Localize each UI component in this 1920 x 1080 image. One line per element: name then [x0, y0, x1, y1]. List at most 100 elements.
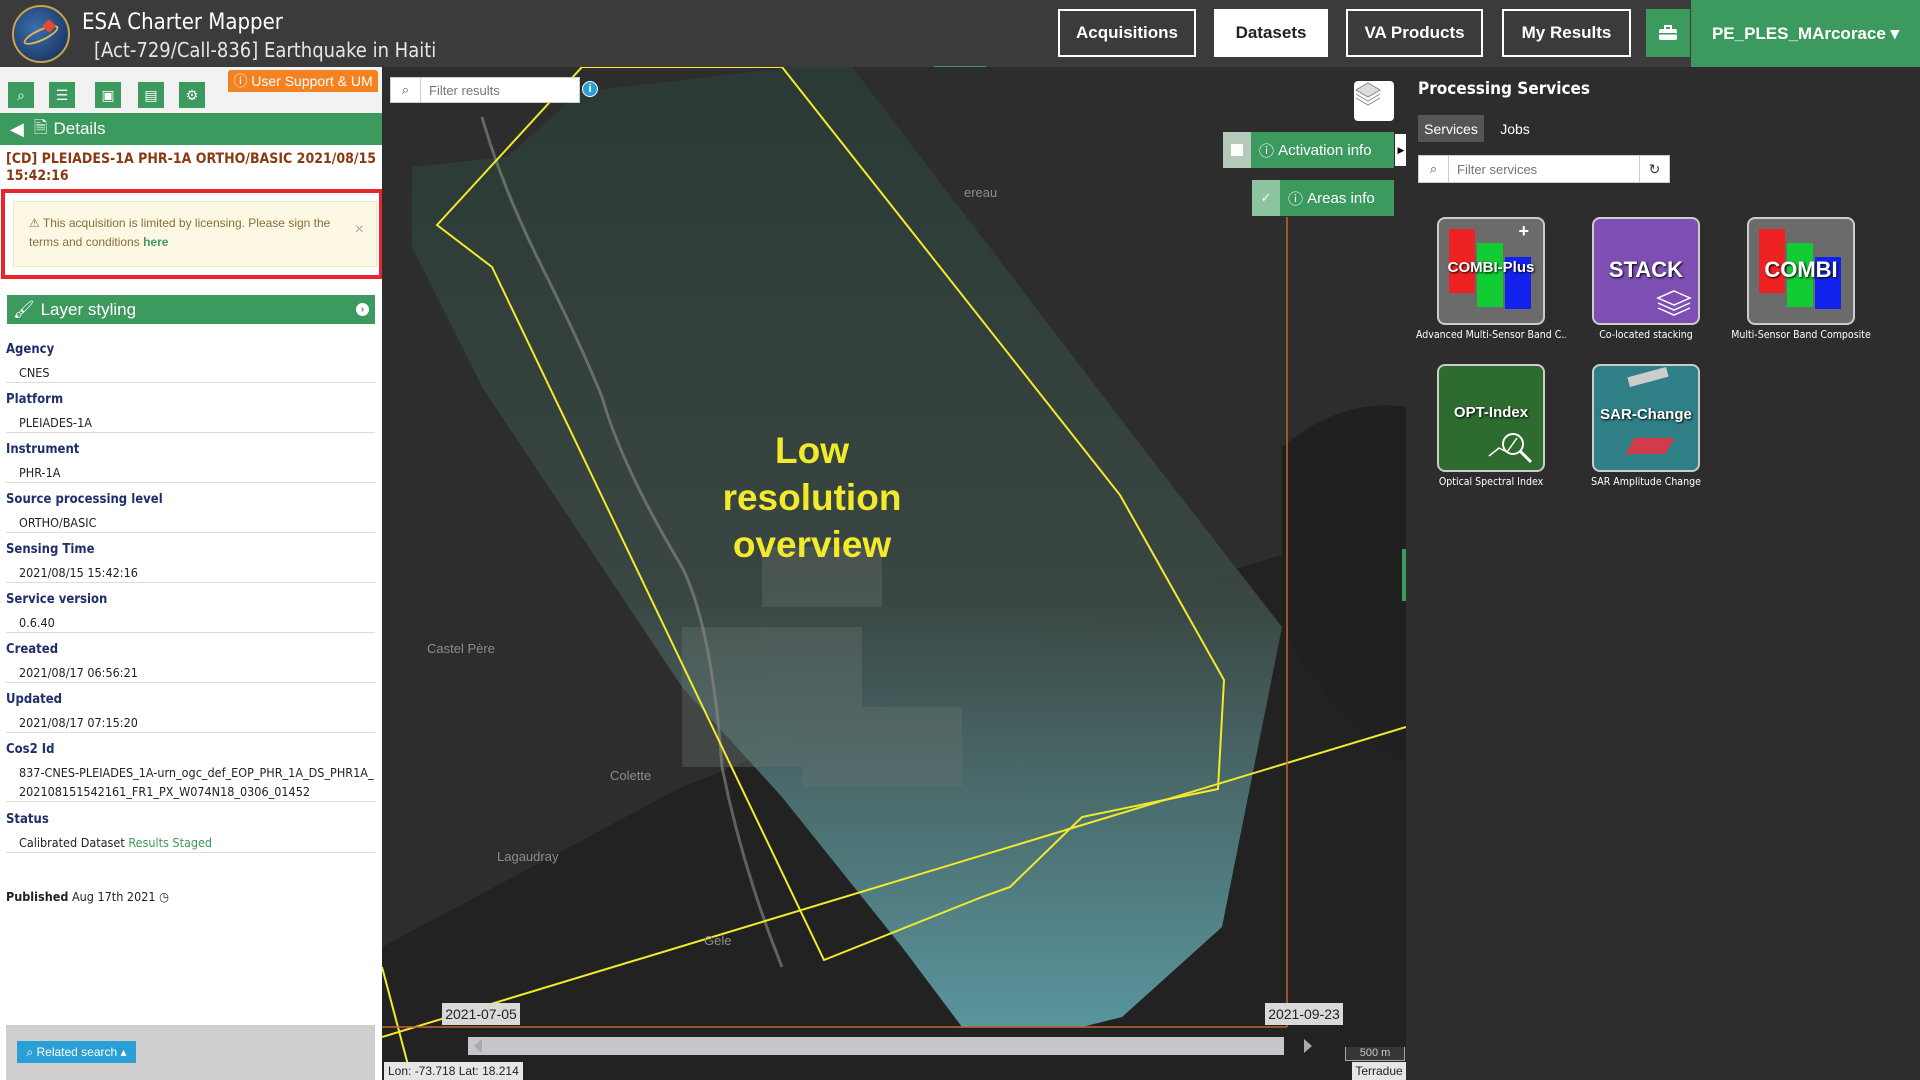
timeline-handle-left[interactable]: [474, 1039, 482, 1053]
service-caption: Multi-Sensor Band Composite: [1731, 329, 1871, 341]
info-icon: ⓘ: [233, 73, 252, 89]
field-label: Service version: [6, 592, 108, 607]
filter-services-input[interactable]: [1449, 161, 1629, 177]
results-staged-link[interactable]: Results Staged: [128, 835, 212, 850]
basket-icon[interactable]: ▣: [95, 82, 121, 108]
archive-icon[interactable]: ▤: [138, 82, 164, 108]
place-label: Lagaudray: [497, 849, 559, 864]
details-label: Details: [53, 119, 106, 138]
service-stack[interactable]: STACK Co-located stacking: [1571, 217, 1721, 341]
overview-annotation: Low resolution overview: [712, 427, 912, 568]
field-label: Updated: [6, 692, 63, 707]
field-created: Created 2021/08/17 06:56:21: [6, 642, 375, 683]
areas-info-toggle[interactable]: ✓ ⓘ Areas info: [1252, 180, 1394, 216]
briefcase-button[interactable]: [1646, 9, 1690, 57]
field-label: Agency: [6, 342, 55, 357]
timeline-handle-right[interactable]: [1304, 1039, 1312, 1053]
user-support-button[interactable]: ⓘ User Support & UM: [228, 70, 378, 92]
tab-jobs[interactable]: Jobs: [1490, 115, 1540, 142]
related-search-label: Related search ▴: [36, 1045, 127, 1059]
details-panel: ⌕ ☰ ▣ ▤ ⚙ ⓘ User Support & UM ◀ 🗎 Detail…: [0, 67, 383, 1080]
field-label: Sensing Time: [6, 542, 95, 557]
nav-my-results[interactable]: My Results: [1502, 9, 1631, 57]
service-opt-index[interactable]: OPT-Index Optical Spectral Index: [1416, 364, 1566, 488]
licensing-highlight-frame: ⚠ This acquisition is limited by licensi…: [1, 189, 383, 279]
service-name: OPT-Index: [1453, 404, 1529, 421]
esa-charter-logo[interactable]: [12, 5, 70, 63]
field-cos2-id: Cos2 Id 837-CNES-PLEIADES_1A-urn_ogc_def_…: [6, 742, 375, 802]
nav-acquisitions[interactable]: Acquisitions: [1058, 9, 1196, 57]
published-date: Aug 17th 2021: [71, 889, 156, 904]
search-icon[interactable]: ⌕: [8, 82, 34, 108]
magnifier-chart-icon: [1488, 433, 1533, 464]
place-label: Castel Père: [427, 641, 495, 656]
briefcase-icon: [1659, 25, 1677, 40]
map-view[interactable]: ⌕ i ⓘ Activation info ▶ ✓ ⓘ Areas info L…: [382, 67, 1406, 1080]
field-value: PLEIADES-1A: [19, 415, 92, 430]
areas-checkbox[interactable]: ✓: [1252, 180, 1280, 216]
refresh-icon[interactable]: ↻: [1639, 156, 1669, 182]
overview-line-2: resolution: [722, 477, 902, 518]
field-status: Status Calibrated Dataset Results Staged: [6, 812, 375, 853]
acquisition-title: [CD] PLEIADES-1A PHR-1A ORTHO/BASIC 2021…: [6, 151, 376, 184]
document-icon: 🗎: [33, 117, 48, 137]
search-icon: ⌕: [391, 78, 421, 102]
scale-bar: 500 m: [1345, 1047, 1405, 1061]
related-search-button[interactable]: ⌕ Related search ▴: [17, 1041, 136, 1063]
areas-info-label: Areas info: [1307, 189, 1375, 207]
coordinate-readout: Lon: -73.718 Lat: 18.214: [384, 1062, 523, 1080]
field-value: 837-CNES-PLEIADES_1A-urn_ogc_def_EOP_PHR…: [19, 765, 374, 799]
service-sar-change[interactable]: SAR-Change SAR Amplitude Change: [1571, 364, 1721, 488]
stack-tile[interactable]: STACK: [1592, 217, 1700, 325]
satellite-icon: [1627, 366, 1669, 388]
place-label: Gele: [704, 933, 732, 948]
field-value: 2021/08/17 06:56:21: [19, 665, 138, 680]
chevron-right-icon[interactable]: ›: [356, 303, 369, 316]
user-menu[interactable]: PE_PLES_MArcorace ▾: [1691, 0, 1920, 67]
combi-plus-tile[interactable]: + COMBI-Plus: [1437, 217, 1545, 325]
activation-checkbox[interactable]: [1223, 132, 1251, 168]
activation-info-toggle[interactable]: ⓘ Activation info: [1223, 132, 1394, 168]
left-toolbar: ⌕ ☰ ▣ ▤ ⚙ ⓘ User Support & UM: [0, 67, 382, 113]
plus-icon: +: [1518, 221, 1529, 241]
layers-button[interactable]: [1354, 81, 1394, 121]
nav-va-products[interactable]: VA Products: [1346, 9, 1483, 57]
close-icon[interactable]: ×: [355, 220, 364, 239]
expand-activation-tab[interactable]: ▶: [1395, 134, 1406, 166]
field-value: ORTHO/BASIC: [19, 515, 97, 530]
list-icon[interactable]: ☰: [49, 82, 75, 108]
place-label: ereau: [964, 185, 998, 200]
layer-styling-bar[interactable]: 🖌 Layer styling ›: [7, 295, 375, 324]
timeline-end-date: 2021-09-23: [1265, 1003, 1343, 1025]
filter-results-input[interactable]: [421, 82, 571, 98]
field-instrument: Instrument PHR-1A: [6, 442, 375, 483]
info-icon: ⓘ: [1259, 142, 1279, 160]
map-canvas[interactable]: [382, 67, 1406, 1080]
warning-icon: ⚠: [29, 216, 43, 230]
service-caption: SAR Amplitude Change: [1591, 476, 1701, 488]
user-support-label: User Support & UM: [251, 73, 373, 89]
licensing-alert: ⚠ This acquisition is limited by licensi…: [13, 201, 377, 267]
service-combi-plus[interactable]: + COMBI-Plus Advanced Multi-Sensor Band …: [1416, 217, 1566, 341]
combi-tile[interactable]: COMBI: [1747, 217, 1855, 325]
service-name: COMBI: [1764, 257, 1838, 282]
service-combi[interactable]: COMBI Multi-Sensor Band Composite: [1726, 217, 1876, 341]
opt-index-tile[interactable]: OPT-Index: [1437, 364, 1545, 472]
field-value: CNES: [19, 365, 50, 380]
tab-services[interactable]: Services: [1418, 115, 1484, 142]
sar-change-tile[interactable]: SAR-Change: [1592, 364, 1700, 472]
back-arrow-icon[interactable]: ◀: [10, 119, 24, 140]
timeline-slider[interactable]: [468, 1037, 1284, 1055]
nav-datasets[interactable]: Datasets: [1214, 9, 1328, 57]
info-icon[interactable]: i: [582, 81, 598, 97]
map-attribution[interactable]: Terradue: [1352, 1062, 1406, 1080]
field-updated: Updated 2021/08/17 07:15:20: [6, 692, 375, 733]
gear-icon[interactable]: ⚙: [179, 82, 205, 108]
activation-subtitle: [Act-729/Call-836] Earthquake in Haiti: [94, 38, 437, 62]
service-caption: Optical Spectral Index: [1438, 476, 1544, 488]
details-header: ◀ 🗎 Details: [0, 113, 382, 145]
terms-link[interactable]: here: [143, 235, 168, 249]
field-label: Source processing level: [6, 492, 163, 507]
field-label: Cos2 Id: [6, 742, 55, 757]
layer-styling-label: Layer styling: [40, 299, 137, 319]
